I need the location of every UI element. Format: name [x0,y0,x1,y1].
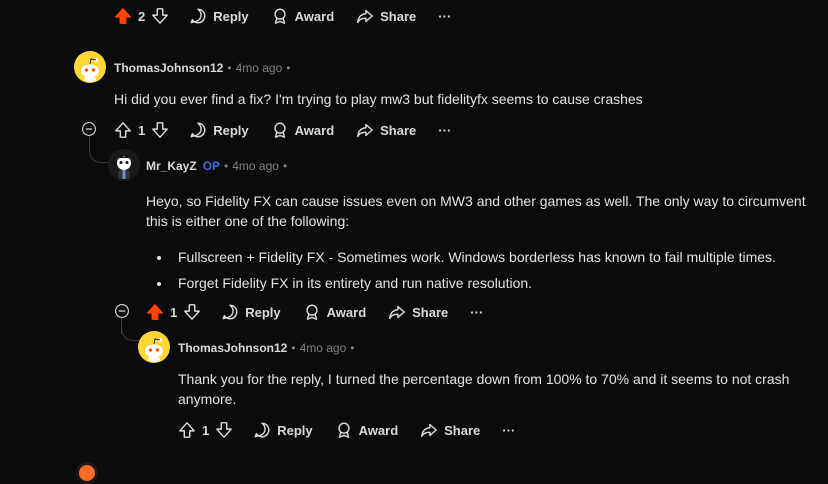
comment-icon [253,421,271,439]
share-icon [420,421,438,439]
award-icon [271,121,289,139]
reply-button[interactable]: Reply [221,303,281,321]
vote-count: 1 [170,304,178,320]
share-button[interactable]: Share [388,303,448,321]
share-icon [356,7,374,25]
vote-group: 1 [178,421,233,439]
downvote-icon[interactable] [215,421,233,439]
award-button[interactable]: Award [271,7,335,25]
vote-count: 1 [138,122,146,138]
vote-group: 1 [146,303,201,321]
downvote-icon[interactable] [151,7,169,25]
collapse-thread-icon[interactable] [114,303,130,319]
share-label: Share [380,122,417,138]
more-options-button[interactable]: ··· [470,305,483,320]
share-label: Share [444,422,481,438]
share-icon [356,121,374,139]
reply-button[interactable]: Reply [189,121,249,139]
comment-body: Heyo, so Fidelity FX can cause issues ev… [146,191,806,299]
separator: • [224,159,229,173]
comment-meta: Mr_KayZ OP • 4mo ago • [146,157,291,175]
author-name[interactable]: ThomasJohnson12 [114,61,223,75]
reply-button[interactable]: Reply [189,7,249,25]
comment-text: Hi did you ever find a fix? I'm trying t… [114,91,643,107]
separator: • [227,61,232,75]
comment-icon [189,7,207,25]
share-icon [388,303,406,321]
more-icon: ··· [470,304,484,320]
timestamp[interactable]: 4mo ago [300,341,347,355]
award-icon [303,303,321,321]
award-button[interactable]: Award [303,303,367,321]
award-icon [271,7,289,25]
snoo-avatar-icon [79,465,95,481]
avatar[interactable] [76,462,98,484]
comment-body: Thank you for the reply, I turned the pe… [178,369,808,409]
more-icon: ··· [438,8,452,24]
upvote-icon[interactable] [146,303,164,321]
comment-action-bar: 1 Reply Award Share ··· [114,118,473,142]
award-button[interactable]: Award [271,121,335,139]
share-label: Share [412,304,449,320]
downvote-icon[interactable] [183,303,201,321]
separator: • [282,159,288,173]
comment-action-bar: 1 Reply Award Share ··· [178,418,537,442]
op-badge: OP [202,159,221,173]
collapse-thread-icon[interactable] [81,121,97,137]
upvote-icon[interactable] [114,121,132,139]
separator: • [350,341,355,355]
award-label: Award [294,122,335,138]
timestamp[interactable]: 4mo ago [232,159,279,173]
comment-icon [221,303,239,321]
separator: • [286,61,291,75]
upvote-icon[interactable] [178,421,196,439]
comment-meta: ThomasJohnson12 • 4mo ago • [178,339,358,357]
comment-body: Hi did you ever find a fix? I'm trying t… [114,89,794,109]
separator: • [291,341,296,355]
share-button[interactable]: Share [356,7,416,25]
share-button[interactable]: Share [356,121,416,139]
author-name[interactable]: ThomasJohnson12 [178,341,287,355]
more-icon: ··· [502,422,516,438]
more-options-button[interactable]: ··· [502,423,515,438]
timestamp[interactable]: 4mo ago [236,61,283,75]
reply-label: Reply [213,8,249,24]
award-icon [335,421,353,439]
comment-text: Heyo, so Fidelity FX can cause issues ev… [146,193,806,229]
comment-action-bar: 1 Reply Award Share ··· [146,300,505,324]
thread-line [89,138,110,163]
downvote-icon[interactable] [151,121,169,139]
author-name[interactable]: Mr_KayZ [146,159,197,173]
more-icon: ··· [438,122,452,138]
vote-group: 2 [114,7,169,25]
reply-button[interactable]: Reply [253,421,313,439]
vote-count: 1 [202,422,210,438]
thread-line [121,318,140,341]
vote-count: 2 [138,8,146,24]
more-options-button[interactable]: ··· [438,123,451,138]
award-label: Award [294,8,335,24]
award-label: Award [326,304,367,320]
top-action-bar: 2 Reply Award Share ··· [114,4,473,28]
bullet-list: Fullscreen + Fidelity FX - Sometimes wor… [146,247,806,293]
list-item: Fullscreen + Fidelity FX - Sometimes wor… [172,247,806,267]
comment-text: Thank you for the reply, I turned the pe… [178,371,790,407]
reply-label: Reply [213,122,249,138]
award-button[interactable]: Award [335,421,399,439]
vote-group: 1 [114,121,169,139]
avatar[interactable] [108,149,140,181]
avatar[interactable] [74,51,106,83]
snoo-avatar-icon [108,149,140,181]
avatar[interactable] [138,331,170,363]
comment-meta: ThomasJohnson12 • 4mo ago • [114,59,294,77]
share-button[interactable]: Share [420,421,480,439]
upvote-icon[interactable] [114,7,132,25]
reply-label: Reply [277,422,313,438]
award-label: Award [358,422,399,438]
list-item: Forget Fidelity FX in its entirety and r… [172,273,806,293]
comment-icon [189,121,207,139]
share-label: Share [380,8,417,24]
reply-label: Reply [245,304,281,320]
more-options-button[interactable]: ··· [438,9,451,24]
